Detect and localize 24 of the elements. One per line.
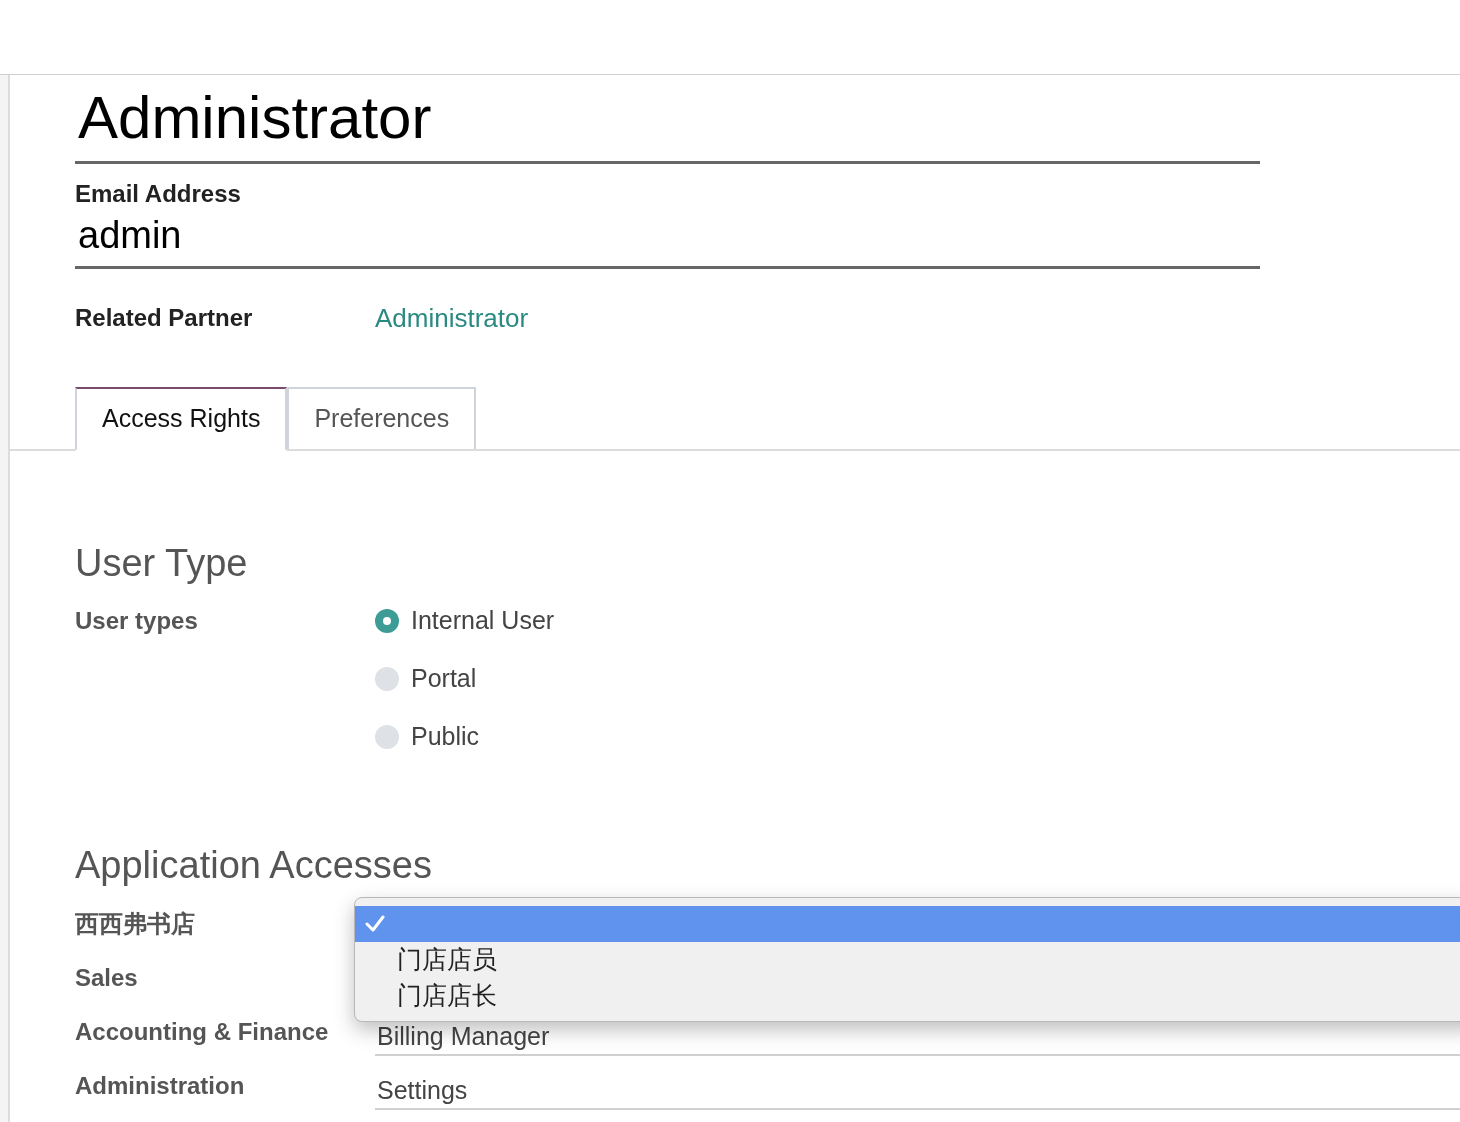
email-field[interactable]: admin bbox=[75, 208, 1260, 269]
radio-label: Internal User bbox=[411, 605, 555, 637]
radio-button[interactable] bbox=[375, 609, 399, 633]
access-label: Administration bbox=[75, 1071, 246, 1101]
name-field[interactable]: Administrator bbox=[75, 75, 1260, 164]
related-partner-label: Related Partner bbox=[75, 303, 254, 333]
section-heading: Application Accesses bbox=[75, 843, 432, 887]
radio-label: Portal bbox=[411, 663, 477, 695]
menu-option[interactable]: 门店店员 bbox=[355, 942, 1460, 978]
tab[interactable]: Preferences bbox=[287, 387, 477, 449]
menu-option[interactable] bbox=[355, 906, 1460, 942]
related-partner-link[interactable]: Administrator bbox=[375, 298, 529, 338]
radio-label: Public bbox=[411, 721, 480, 753]
radio-button[interactable] bbox=[375, 725, 399, 749]
email-label: Email Address bbox=[75, 180, 241, 208]
section-heading: User Type bbox=[75, 541, 248, 585]
tab[interactable]: Access Rights bbox=[75, 387, 288, 451]
access-label: Accounting & Finance bbox=[75, 1017, 330, 1047]
check-icon bbox=[365, 915, 385, 933]
access-label: 西西弗书店 bbox=[75, 909, 196, 939]
access-select[interactable]: Settings bbox=[375, 1062, 1460, 1110]
user-types-label: User types bbox=[75, 606, 199, 636]
access-label: Sales bbox=[75, 963, 139, 993]
radio-button[interactable] bbox=[375, 667, 399, 691]
